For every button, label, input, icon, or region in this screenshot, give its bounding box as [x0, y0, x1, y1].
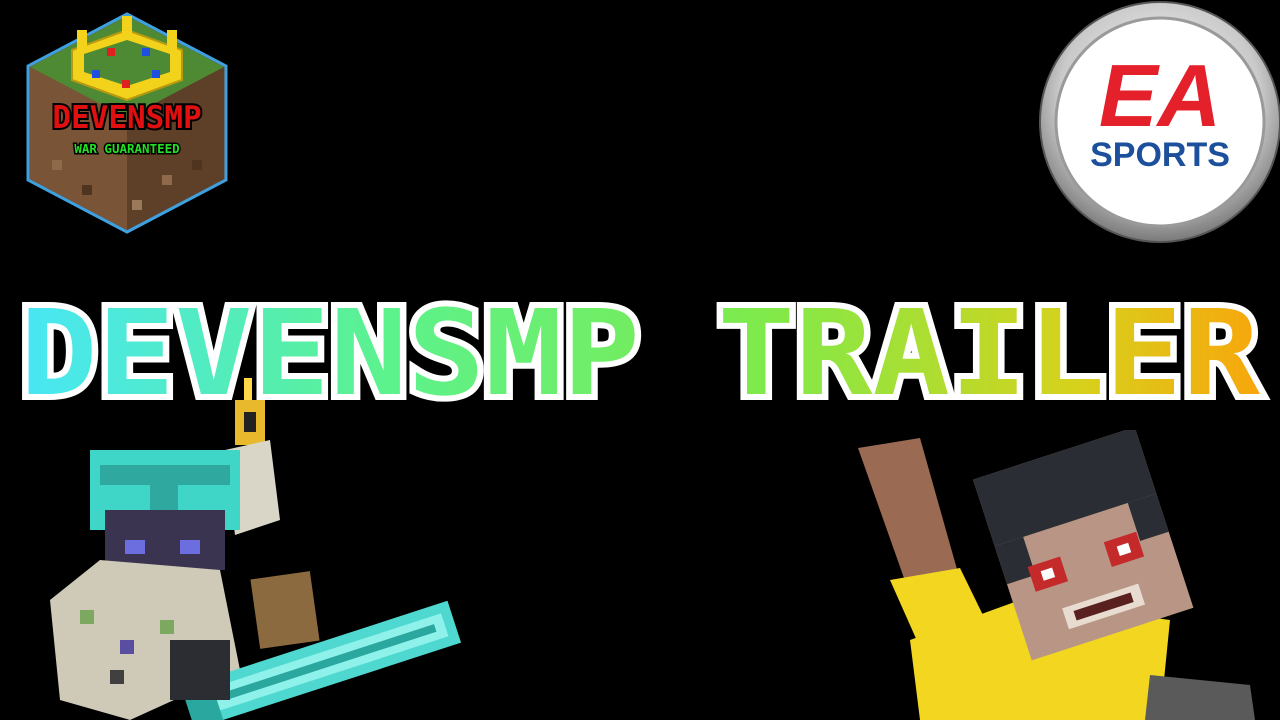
server-tagline-text: WAR GUARANTEED [74, 141, 179, 156]
server-name-text: DEVENSMP [52, 100, 201, 136]
ea-sports-logo: EA SPORTS [1036, 0, 1280, 246]
sports-text: SPORTS [1090, 136, 1230, 174]
ea-text: EA [1099, 46, 1221, 145]
character-right [850, 430, 1270, 720]
character-left [30, 370, 480, 720]
devensmp-logo: DEVENSMP WAR GUARANTEED [22, 10, 232, 236]
